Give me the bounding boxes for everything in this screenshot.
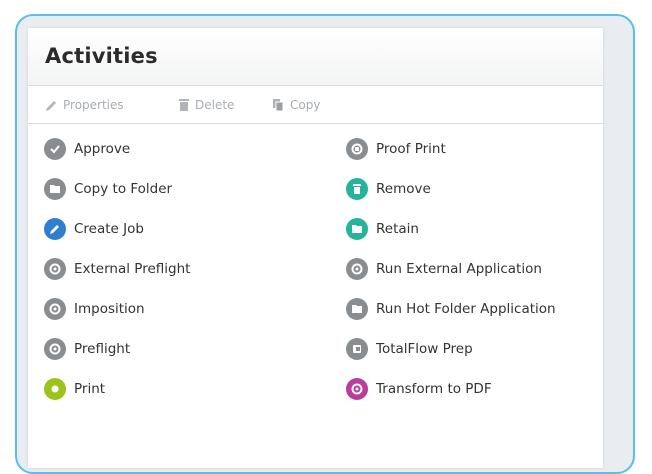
activity-run-hot-folder-application[interactable]: Run Hot Folder Application <box>346 295 556 323</box>
properties-button[interactable]: Properties <box>45 96 124 114</box>
activity-imposition[interactable]: Imposition <box>44 295 145 323</box>
trash-icon <box>346 178 368 200</box>
activity-copy-to-folder[interactable]: Copy to Folder <box>44 175 172 203</box>
properties-label: Properties <box>63 98 124 112</box>
copy-button[interactable]: Copy <box>272 96 320 114</box>
activity-label: Proof Print <box>376 141 446 157</box>
copy-label: Copy <box>290 98 321 112</box>
copy-icon <box>272 98 285 112</box>
activity-label: Run External Application <box>376 261 542 277</box>
folder-icon <box>44 178 66 200</box>
activity-print[interactable]: Print <box>44 375 105 403</box>
folder-icon <box>346 298 368 320</box>
panel-header: Activities <box>28 28 603 86</box>
trash-icon <box>178 98 190 112</box>
activity-label: Retain <box>376 221 419 237</box>
prep-icon <box>346 338 368 360</box>
activity-external-preflight[interactable]: External Preflight <box>44 255 190 283</box>
activity-label: Create Job <box>74 221 144 237</box>
activity-totalflow-prep[interactable]: TotalFlow Prep <box>346 335 473 363</box>
activities-panel: Activities Properties Delete Copy Approv… <box>28 28 603 468</box>
activity-label: Preflight <box>74 341 131 357</box>
checkmark-icon <box>44 138 66 160</box>
print-icon <box>44 378 66 400</box>
activity-label: Imposition <box>74 301 145 317</box>
activity-label: External Preflight <box>74 261 191 277</box>
activity-label: Transform to PDF <box>376 381 492 397</box>
activity-proof-print[interactable]: Proof Print <box>346 135 446 163</box>
gear-icon <box>44 338 66 360</box>
folder-icon <box>346 218 368 240</box>
activity-label: Copy to Folder <box>74 181 173 197</box>
gear-icon <box>44 258 66 280</box>
activity-preflight[interactable]: Preflight <box>44 335 130 363</box>
gear-icon <box>346 258 368 280</box>
pencil-icon <box>44 218 66 240</box>
transform-icon <box>346 378 368 400</box>
activity-remove[interactable]: Remove <box>346 175 431 203</box>
pencil-icon <box>45 99 58 112</box>
activity-run-external-application[interactable]: Run External Application <box>346 255 542 283</box>
activity-label: Approve <box>74 141 131 157</box>
activity-label: Remove <box>376 181 431 197</box>
activity-transform-to-pdf[interactable]: Transform to PDF <box>346 375 492 403</box>
proof-icon <box>346 138 368 160</box>
panel-title: Activities <box>45 44 158 68</box>
activity-approve[interactable]: Approve <box>44 135 130 163</box>
delete-button[interactable]: Delete <box>178 96 234 114</box>
activity-label: Print <box>74 381 106 397</box>
delete-label: Delete <box>195 98 235 112</box>
activity-create-job[interactable]: Create Job <box>44 215 144 243</box>
activity-retain[interactable]: Retain <box>346 215 419 243</box>
activity-label: Run Hot Folder Application <box>376 301 556 317</box>
toolbar: Properties Delete Copy <box>28 86 603 124</box>
activity-label: TotalFlow Prep <box>376 341 473 357</box>
gear-icon <box>44 298 66 320</box>
